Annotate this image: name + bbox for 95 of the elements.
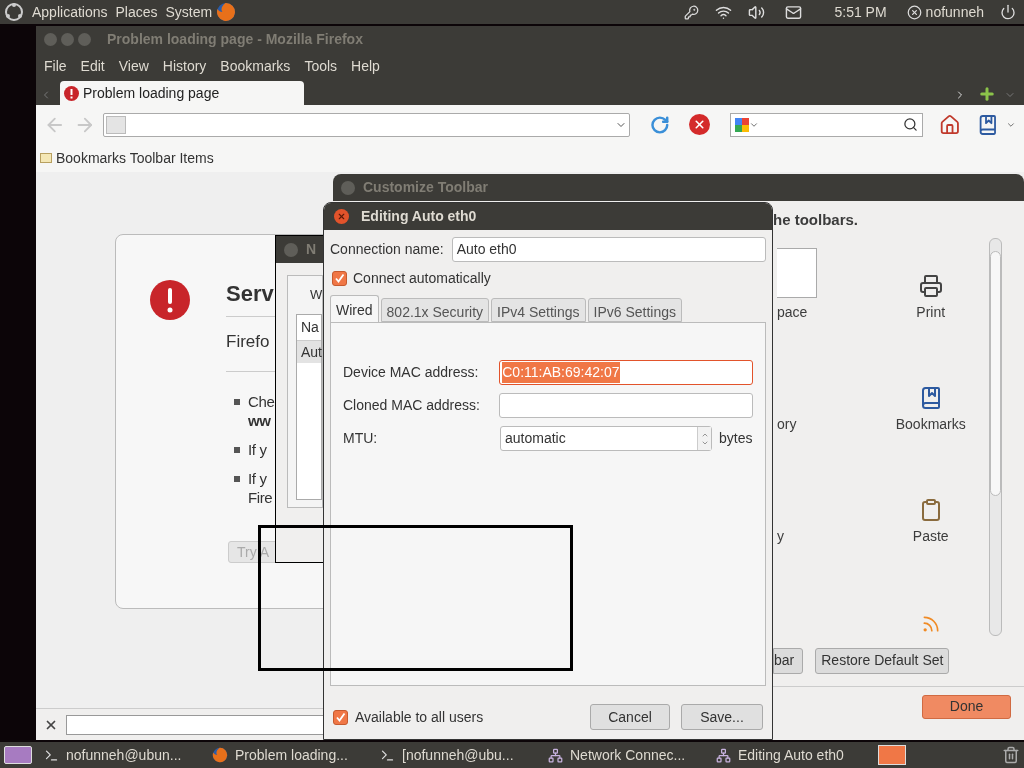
bullet-icon (234, 398, 240, 405)
show-desktop-icon[interactable] (4, 746, 32, 764)
bullet-icon (234, 475, 240, 482)
text-field[interactable] (499, 393, 753, 418)
network-icon (716, 747, 731, 763)
field-label: Device MAC address: (343, 363, 480, 382)
toolbar-item-label[interactable]: y (777, 525, 784, 547)
toolbar-item-label[interactable]: Paste (912, 525, 949, 547)
field-label: Connection name: (330, 240, 444, 259)
error-hint: ww (248, 410, 272, 430)
terminal-icon (44, 747, 59, 763)
checkbox[interactable] (333, 709, 348, 725)
close-icon[interactable] (334, 209, 349, 224)
checkbox-label[interactable]: Connect automatically (353, 268, 491, 289)
error-hint: If y (248, 468, 268, 488)
field-label: MTU: (343, 429, 379, 448)
panel-menu[interactable]: Applications (32, 1, 108, 23)
browser-tab[interactable]: Problem loading page (60, 81, 304, 105)
connection-name-field[interactable]: Auto eth0 (451, 237, 766, 262)
menu-item[interactable]: Edit (80, 55, 105, 77)
user-name[interactable]: nofunneh (925, 1, 984, 23)
menu-item[interactable]: View (118, 55, 149, 77)
field-label: Cloned MAC address: (343, 396, 481, 415)
spin-arrows-icon[interactable] (697, 427, 711, 450)
menu-item[interactable]: History (162, 55, 207, 77)
key-icon[interactable] (684, 4, 700, 20)
menu-item[interactable]: Help (351, 55, 380, 77)
error-hint: If y (248, 439, 267, 459)
firefox-icon[interactable] (216, 2, 237, 22)
toolbar-item-label[interactable]: Bookmarks (895, 413, 966, 435)
network-icon (548, 747, 563, 763)
mail-icon[interactable] (785, 3, 803, 21)
scrollbar[interactable] (989, 237, 1002, 636)
tab-title: Problem loading page (83, 83, 220, 103)
spin-field[interactable]: automatic (500, 426, 712, 451)
menu-item[interactable]: File (44, 55, 67, 77)
instruction-text: he toolbars. (773, 210, 858, 230)
panel-menu[interactable]: System (165, 1, 213, 23)
taskbar-item[interactable]: nofunneh@ubun... (38, 743, 200, 767)
save-button[interactable]: Save... (681, 704, 763, 730)
connection-row[interactable]: Aut (297, 341, 321, 363)
show-toolbar-button[interactable]: bar (773, 647, 804, 674)
checkbox-label[interactable]: Available to all users (355, 706, 484, 728)
search-icon[interactable] (902, 117, 918, 132)
power-icon[interactable] (1000, 4, 1016, 20)
cancel-button[interactable]: Cancel (590, 704, 670, 730)
user-status-icon[interactable] (906, 4, 922, 20)
terminal-icon (380, 747, 395, 763)
error-hint: Fire (248, 487, 273, 507)
stop-icon[interactable] (689, 114, 710, 135)
printer-icon[interactable] (918, 273, 943, 298)
window-title: Problem loading page - Mozilla Firefox (107, 29, 363, 49)
taskbar-item[interactable]: Problem loading... (206, 743, 368, 767)
panel-menu[interactable]: Places (115, 1, 158, 23)
window-title: N (306, 240, 317, 259)
reload-icon[interactable] (649, 114, 670, 135)
bookmarks-toolbar-items[interactable]: Bookmarks Toolbar Items (56, 147, 214, 169)
address-field[interactable] (103, 112, 630, 137)
clock[interactable]: 5:51 PM (834, 1, 887, 23)
trash-icon[interactable] (1002, 746, 1020, 764)
firefox-icon[interactable] (212, 747, 228, 763)
toolbar-item-label[interactable]: Print (916, 301, 946, 323)
folder-icon (40, 153, 52, 163)
menu-item[interactable]: Tools (304, 55, 338, 77)
error-icon (64, 85, 79, 101)
search-field[interactable] (729, 112, 923, 137)
unit-label: bytes (719, 429, 753, 448)
space-item[interactable] (777, 247, 817, 298)
window-title: Customize Toolbar (363, 178, 488, 197)
toolbar-item-label[interactable]: ory (777, 413, 797, 435)
tab[interactable]: IPv6 Settings (587, 298, 683, 322)
taskbar-item[interactable]: Network Connec... (542, 743, 704, 767)
checkbox[interactable] (332, 271, 347, 286)
page-icon (106, 115, 127, 134)
restore-default-button[interactable]: Restore Default Set (815, 647, 950, 674)
new-tab-icon[interactable] (978, 85, 996, 103)
search-engine-icon[interactable] (734, 117, 749, 132)
workspace-switcher-icon[interactable] (878, 745, 906, 765)
error-icon (150, 280, 190, 320)
home-icon[interactable] (938, 113, 961, 136)
tab[interactable]: 802.1x Security (380, 298, 490, 322)
tab[interactable]: IPv4 Settings (491, 298, 586, 322)
done-button[interactable]: Done (922, 694, 1011, 719)
partial-tab[interactable]: W (296, 287, 323, 302)
error-hint: Che (248, 391, 275, 411)
menu-item[interactable]: Bookmarks (220, 55, 291, 77)
ubuntu-logo-icon[interactable] (4, 2, 24, 22)
taskbar-item[interactable]: [nofunneh@ubu... (374, 743, 536, 767)
field-value: C0:11:AB:69:42:07 (502, 362, 620, 383)
tab[interactable]: Wired (330, 295, 379, 322)
toolbar-item-label[interactable]: pace (777, 301, 808, 323)
taskbar-item[interactable]: Editing Auto eth0 (710, 743, 872, 767)
volume-icon[interactable] (748, 3, 766, 21)
bullet-icon (234, 446, 240, 453)
window-title: Editing Auto eth0 (361, 207, 477, 226)
